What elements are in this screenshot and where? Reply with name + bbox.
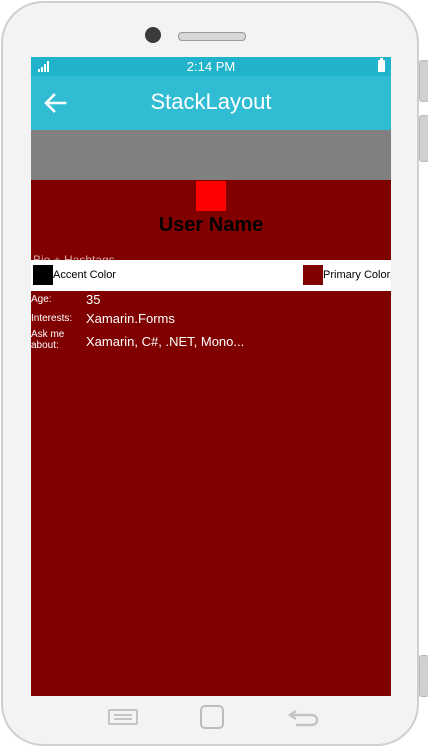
navigation-bar: StackLayout [31,76,391,130]
avatar [196,181,226,211]
phone-frame: 2:14 PM StackLayout User Name Bio + Hash… [0,0,428,752]
battery-icon [378,58,385,72]
home-key-icon[interactable] [200,705,224,729]
interests-label: Interests: [31,313,73,324]
color-legend: Accent Color Primary Color [31,260,391,291]
primary-color-swatch [303,265,323,285]
accent-color-label: Accent Color [53,269,116,281]
status-bar: 2:14 PM [31,57,391,76]
back-key-icon[interactable] [288,707,320,727]
age-value: 35 [86,292,101,307]
header-banner [31,130,391,180]
side-button-bottom[interactable] [419,655,428,697]
side-button-volume[interactable] [419,115,428,162]
accent-color-swatch [33,265,53,285]
page-title: StackLayout [150,89,272,114]
primary-color-label: Primary Color [323,269,391,281]
ask-label-line2: about: [31,340,59,351]
interests-value: Xamarin.Forms [86,311,175,326]
speaker-grille [178,32,246,41]
menu-key-icon[interactable] [108,709,138,725]
camera-icon [145,27,161,43]
screen: 2:14 PM StackLayout User Name Bio + Hash… [31,57,391,696]
ask-me-about-value: Xamarin, C#, .NET, Mono... [86,334,245,349]
user-name: User Name [158,214,264,236]
ask-me-about-label: Ask me about: [31,329,64,351]
side-button-top[interactable] [419,60,428,102]
status-time: 2:14 PM [186,59,236,74]
bio-text: Bio + Hashtags [33,253,115,260]
age-label: Age: [31,294,52,305]
ask-label-line1: Ask me [31,329,65,340]
